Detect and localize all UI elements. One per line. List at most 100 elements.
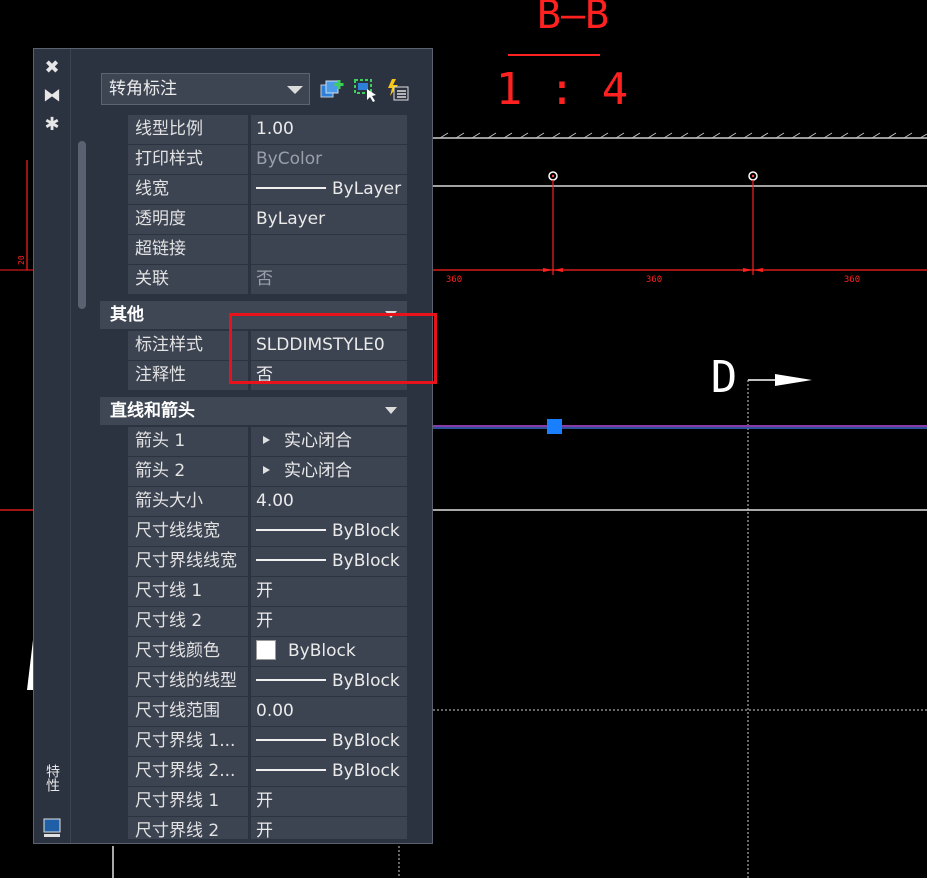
property-row[interactable]: 尺寸线线宽 ByBlock: [128, 517, 407, 546]
section-title: B—B: [537, 0, 609, 38]
property-label: 尺寸线 1: [128, 577, 248, 606]
property-row[interactable]: 尺寸线 2 开: [128, 607, 407, 636]
dim-arrow: [753, 268, 763, 272]
small-dim-text: 20: [17, 255, 26, 265]
property-row[interactable]: 尺寸界线线宽 ByBlock: [128, 547, 407, 576]
property-row[interactable]: 尺寸界线 1... ByBlock: [128, 727, 407, 756]
section-marker-label: D: [711, 352, 738, 403]
object-type-dropdown[interactable]: 转角标注: [101, 73, 310, 105]
property-row[interactable]: 箭头 2 实心闭合: [128, 457, 407, 486]
property-row[interactable]: 尺寸线的线型 ByBlock: [128, 667, 407, 696]
lineweight-sample: [256, 528, 326, 531]
property-value[interactable]: ByLayer: [251, 175, 407, 204]
dim-value: 360: [446, 275, 462, 285]
property-value-text: ByBlock: [332, 521, 400, 541]
arrowhead-icon: [263, 465, 270, 474]
property-value[interactable]: 开: [251, 787, 407, 816]
property-value-text: ByBlock: [332, 761, 400, 781]
property-label: 打印样式: [128, 145, 248, 174]
close-icon[interactable]: ✖: [41, 57, 63, 79]
palette-title: 特性: [44, 764, 60, 792]
linetype-sample: [256, 738, 326, 741]
section-marker-arrow: [775, 374, 812, 386]
property-label: 超链接: [128, 235, 248, 264]
property-value[interactable]: ByColor: [251, 145, 407, 174]
property-label: 箭头 1: [128, 427, 248, 456]
scale-label: 1 : 4: [496, 64, 628, 115]
lineweight-sample: [256, 186, 326, 189]
dim-value: 360: [646, 275, 662, 285]
property-row[interactable]: 线型比例 1.00: [128, 115, 407, 144]
grip-handle[interactable]: [547, 419, 562, 434]
arrowhead-icon: [263, 435, 270, 444]
dim-arrow: [543, 268, 553, 272]
property-row[interactable]: 尺寸界线 2 开: [128, 817, 407, 839]
lineweight-sample: [256, 558, 326, 561]
section-header-lines-arrows[interactable]: 直线和箭头: [100, 397, 407, 425]
chevron-down-icon: [385, 407, 397, 414]
property-value-text: ByBlock: [332, 551, 400, 571]
section-title: 其他: [110, 305, 144, 325]
property-label: 尺寸线 2: [128, 607, 248, 636]
property-value-text: 实心闭合: [284, 431, 352, 451]
property-label: 线型比例: [128, 115, 248, 144]
property-label: 尺寸界线 1...: [128, 727, 248, 756]
property-value[interactable]: 实心闭合: [251, 457, 407, 486]
property-value-text: ByBlock: [288, 641, 356, 661]
property-value[interactable]: 实心闭合: [251, 427, 407, 456]
property-value[interactable]: 开: [251, 817, 407, 839]
dim-arrow: [553, 268, 563, 272]
property-value[interactable]: 1.00: [251, 115, 407, 144]
property-value-text: 实心闭合: [284, 461, 352, 481]
select-objects-icon[interactable]: [353, 77, 379, 103]
hole-center: [751, 174, 755, 178]
property-value[interactable]: ByBlock: [251, 637, 407, 666]
property-row[interactable]: 尺寸线颜色 ByBlock: [128, 637, 407, 666]
property-value[interactable]: ByBlock: [251, 667, 407, 696]
quick-select-icon[interactable]: [384, 77, 410, 103]
property-row[interactable]: 尺寸线范围 0.00: [128, 697, 407, 726]
property-row[interactable]: 箭头大小 4.00: [128, 487, 407, 516]
property-row[interactable]: 尺寸界线 2... ByBlock: [128, 757, 407, 786]
hole-center: [551, 174, 555, 178]
palette-title-strip: ✖ ⧓ ✱ 特性: [34, 49, 71, 843]
property-value-text: ByBlock: [332, 731, 400, 751]
scrollbar-thumb[interactable]: [78, 141, 86, 309]
property-value[interactable]: 开: [251, 577, 407, 606]
linetype-sample: [256, 768, 326, 771]
property-row[interactable]: 打印样式 ByColor: [128, 145, 407, 174]
property-value[interactable]: 4.00: [251, 487, 407, 516]
property-row[interactable]: 线宽 ByLayer: [128, 175, 407, 204]
palette-main: 转角标注 线型比例 1.00 打印样式 ByColor 线宽 ByLayer 透…: [70, 49, 432, 843]
property-label: 尺寸界线 1: [128, 787, 248, 816]
property-label: 箭头大小: [128, 487, 248, 516]
property-label: 尺寸线的线型: [128, 667, 248, 696]
linetype-sample: [256, 678, 326, 681]
property-label: 尺寸线线宽: [128, 517, 248, 546]
chevron-down-icon: [287, 86, 303, 94]
color-swatch: [256, 639, 276, 660]
properties-settings-icon[interactable]: ✱: [41, 114, 63, 136]
property-value[interactable]: 否: [251, 265, 407, 294]
property-row[interactable]: 透明度 ByLayer: [128, 205, 407, 234]
property-value[interactable]: ByBlock: [251, 727, 407, 756]
property-row[interactable]: 超链接: [128, 235, 407, 264]
property-row[interactable]: 尺寸界线 1 开: [128, 787, 407, 816]
auto-hide-icon[interactable]: ⧓: [41, 85, 63, 107]
property-value[interactable]: ByLayer: [251, 205, 407, 234]
dim-value: 360: [844, 275, 860, 285]
section-title: 直线和箭头: [110, 401, 195, 421]
property-value[interactable]: ByBlock: [251, 547, 407, 576]
property-row[interactable]: 箭头 1 实心闭合: [128, 427, 407, 456]
property-value[interactable]: 开: [251, 607, 407, 636]
toggle-pickadd-icon[interactable]: [319, 77, 345, 103]
property-value[interactable]: ByBlock: [251, 517, 407, 546]
property-row[interactable]: 尺寸线 1 开: [128, 577, 407, 606]
palette-menu-icon[interactable]: [41, 817, 63, 839]
property-value-text: ByLayer: [332, 179, 402, 199]
property-value[interactable]: [251, 235, 407, 264]
property-value[interactable]: 0.00: [251, 697, 407, 726]
dim-arrow: [743, 268, 753, 272]
property-value[interactable]: ByBlock: [251, 757, 407, 786]
property-row[interactable]: 关联 否: [128, 265, 407, 294]
